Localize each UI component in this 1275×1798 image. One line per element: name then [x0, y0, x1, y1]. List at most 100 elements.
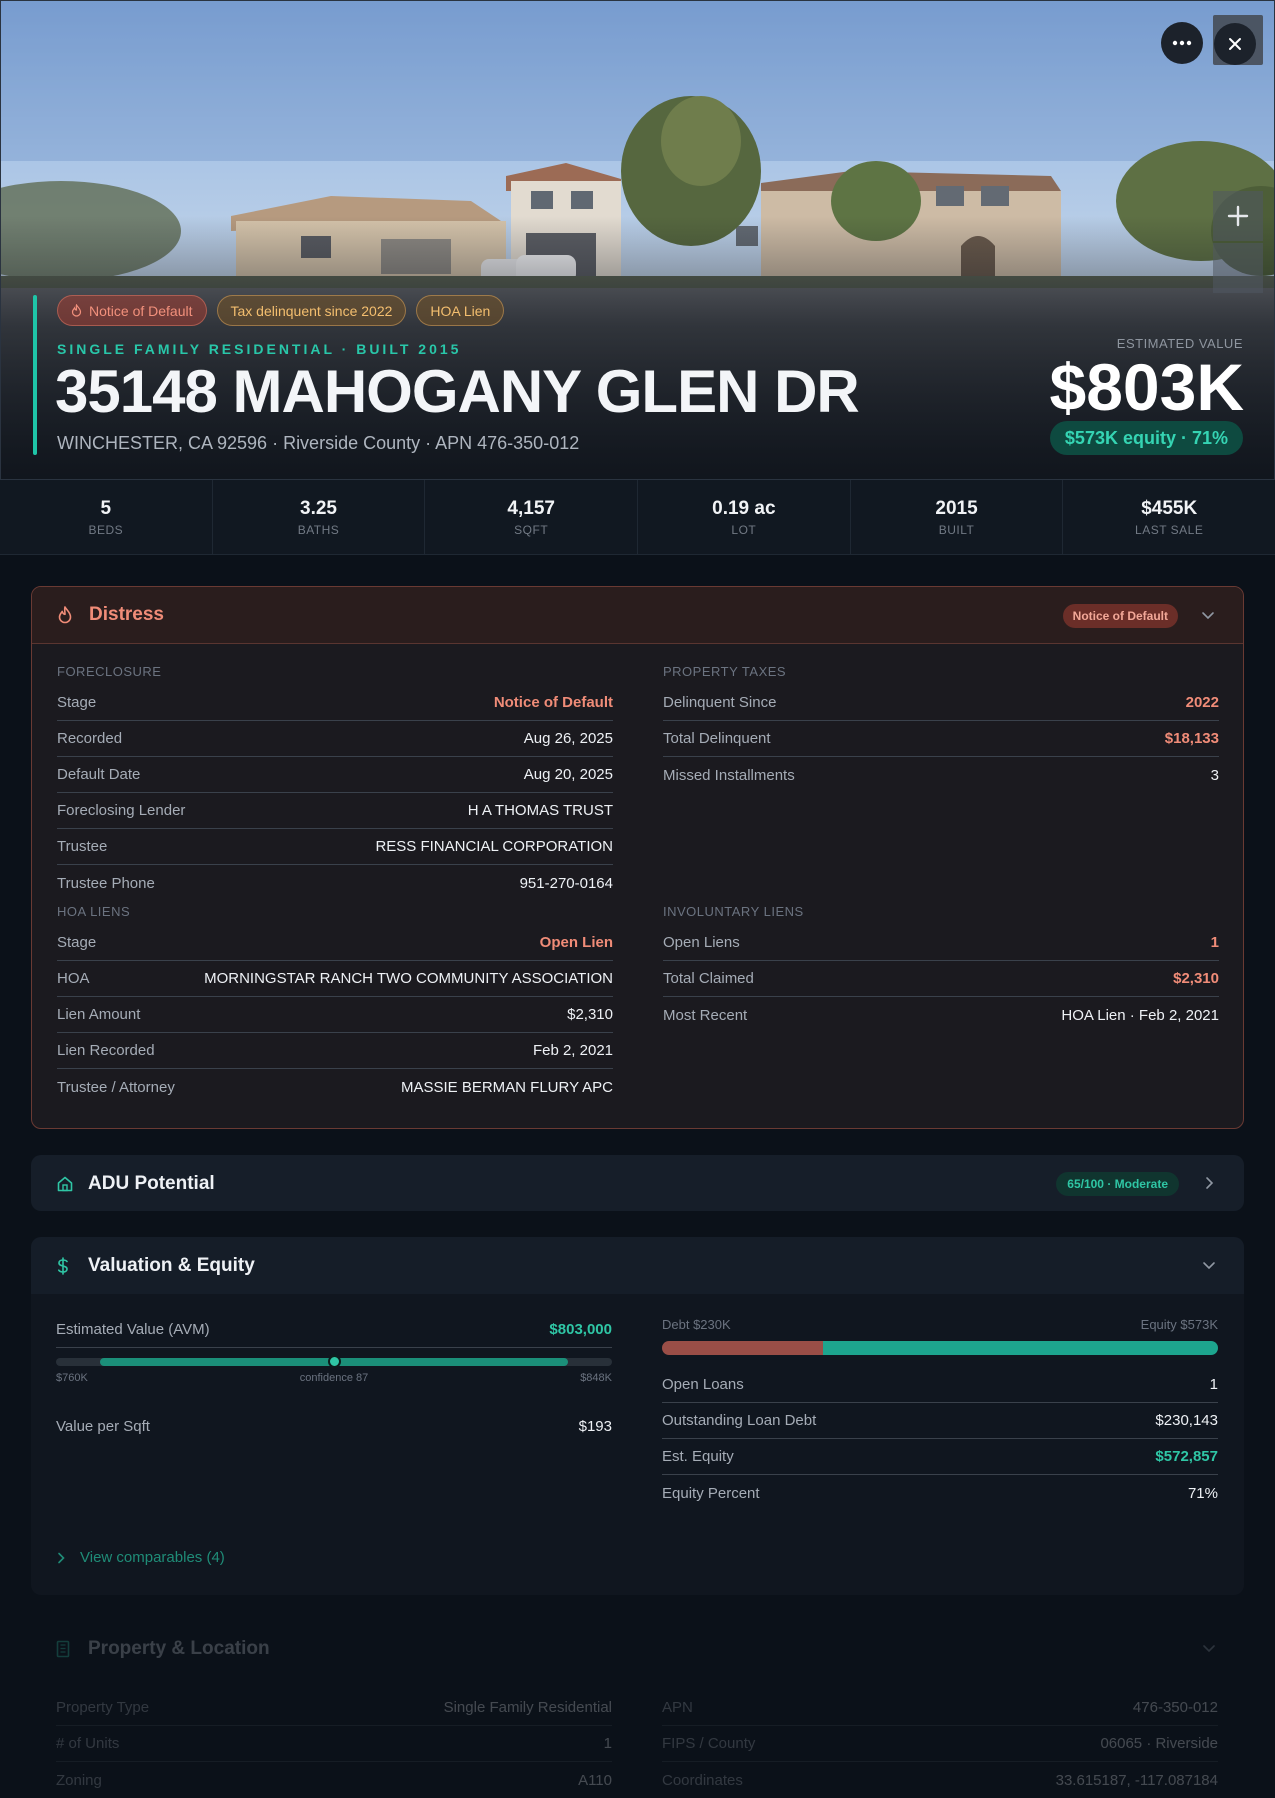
- data-row: Most Recent HOA Lien · Feb 2, 2021: [663, 997, 1219, 1033]
- panel-title: ADU Potential: [88, 1172, 215, 1194]
- chevron-down-icon[interactable]: [1201, 1257, 1219, 1275]
- section-label: HOA LIENS: [57, 904, 131, 919]
- property-location-panel: Property & Location Property Type Single …: [31, 1620, 1244, 1798]
- stat-label: BEDS: [88, 523, 124, 537]
- flame-icon: [57, 606, 75, 624]
- row-key: Most Recent: [663, 1006, 748, 1024]
- comparables-label: View comparables (4): [80, 1549, 225, 1566]
- data-row: Outstanding Loan Debt $230,143: [662, 1403, 1218, 1439]
- stat-label: LOT: [731, 523, 757, 537]
- valuation-panel-header[interactable]: Valuation & Equity: [31, 1237, 1244, 1294]
- data-row: HOA MORNINGSTAR RANCH TWO COMMUNITY ASSOC…: [57, 961, 613, 997]
- row-key: Trustee / Attorney: [57, 1078, 175, 1096]
- map-tool-button[interactable]: [1213, 243, 1263, 293]
- dollar-icon: [56, 1256, 74, 1275]
- row-key: Est. Equity: [662, 1448, 734, 1465]
- panel-title: Distress: [89, 604, 164, 625]
- data-row: FIPS / County 06065 · Riverside: [662, 1726, 1218, 1762]
- row-key: Outstanding Loan Debt: [662, 1412, 817, 1429]
- stat-last-sale: $455K LAST SALE: [1063, 480, 1275, 554]
- chevron-down-icon[interactable]: [1200, 607, 1218, 625]
- row-key: APN: [662, 1699, 693, 1716]
- row-key: Missed Installments: [663, 766, 795, 784]
- section-label: INVOLUNTARY LIENS: [663, 904, 804, 919]
- stat-label: BATHS: [297, 523, 340, 537]
- close-icon: [1229, 38, 1241, 50]
- data-row: Stage Notice of Default: [57, 685, 613, 721]
- row-key: Stage: [57, 934, 97, 951]
- building-icon: [56, 1640, 74, 1658]
- chevron-down-icon[interactable]: [1201, 1640, 1219, 1658]
- stat-beds: 5 BEDS: [0, 480, 213, 554]
- involuntary-liens-section: INVOLUNTARY LIENS Open Liens 1 Total Clai…: [663, 904, 1219, 1033]
- zoom-in-button[interactable]: [1213, 191, 1263, 241]
- debt-equity-labels: Debt $230K Equity $573K: [662, 1317, 1218, 1332]
- row-value: $2,310: [567, 1006, 613, 1023]
- row-key: Value per Sqft: [56, 1417, 150, 1435]
- panel-header-actions: [1201, 1237, 1219, 1294]
- chevron-right-icon[interactable]: [1201, 1175, 1219, 1193]
- data-row: Open Loans 1: [662, 1367, 1218, 1403]
- plus-icon: [1227, 205, 1249, 227]
- row-key: Lien Amount: [57, 1006, 141, 1023]
- chevron-right-icon: [58, 1552, 65, 1563]
- property-stats-bar: 5 BEDS 3.25 BATHS 4,157 SQFT 0.19 ac LOT…: [0, 480, 1275, 555]
- estimated-value: $803K: [1049, 350, 1245, 424]
- row-value: Open Lien: [539, 934, 613, 951]
- view-comparables-link[interactable]: View comparables (4): [56, 1549, 225, 1566]
- distress-panel-header[interactable]: Distress Notice of Default: [32, 587, 1243, 644]
- row-key: Coordinates: [662, 1771, 743, 1789]
- data-row: Equity Percent 71%: [662, 1475, 1218, 1511]
- stat-value: 0.19 ac: [712, 498, 776, 519]
- close-button[interactable]: [1214, 23, 1256, 65]
- stat-baths: 3.25 BATHS: [213, 480, 426, 554]
- adu-panel-header[interactable]: ADU Potential 65/100 · Moderate: [31, 1155, 1244, 1211]
- panel-header-actions: 65/100 · Moderate: [1056, 1155, 1219, 1211]
- more-icon: [1172, 40, 1192, 46]
- property-panel-header[interactable]: Property & Location: [31, 1620, 1244, 1677]
- row-value: $572,857: [1155, 1448, 1218, 1465]
- stat-lot: 0.19 ac LOT: [638, 480, 851, 554]
- row-value: 71%: [1187, 1484, 1218, 1502]
- debt-label: Debt $230K: [662, 1317, 731, 1332]
- panel-header-actions: [1201, 1620, 1219, 1677]
- stat-value: 4,157: [507, 498, 555, 519]
- row-value: 476-350-012: [1132, 1699, 1218, 1716]
- row-value: 1: [1210, 934, 1219, 951]
- avm-range-bar: [56, 1355, 612, 1368]
- row-value: $803,000: [549, 1321, 612, 1338]
- data-row: Stage Open Lien: [57, 925, 613, 961]
- valuation-equity-panel: Valuation & Equity Estimated Value (AVM)…: [31, 1237, 1244, 1595]
- stat-value: $455K: [1141, 498, 1198, 519]
- row-value: Aug 20, 2025: [523, 766, 613, 783]
- stat-value: 2015: [935, 498, 978, 519]
- row-value: 1: [1209, 1376, 1218, 1393]
- row-key: Total Claimed: [663, 970, 754, 987]
- equity-section: Debt $230K Equity $573K Open Loans 1 Outs…: [662, 1317, 1218, 1511]
- data-row: Total Delinquent $18,133: [663, 721, 1219, 757]
- row-key: HOA: [57, 970, 90, 987]
- data-row: Total Claimed $2,310: [663, 961, 1219, 997]
- adu-score-badge: 65/100 · Moderate: [1056, 1171, 1179, 1196]
- data-row: Open Liens 1: [663, 925, 1219, 961]
- data-row: Lien Recorded Feb 2, 2021: [57, 1033, 613, 1069]
- panel-header-actions: Notice of Default: [1062, 587, 1218, 644]
- row-value: Single Family Residential: [443, 1699, 612, 1716]
- status-badge-label: Notice of Default: [89, 302, 193, 319]
- row-value: 3: [1210, 766, 1219, 784]
- row-key: Open Loans: [662, 1376, 744, 1393]
- section-label: FORECLOSURE: [57, 664, 162, 679]
- status-badge-tax-delinquent: Tax delinquent since 2022: [216, 295, 407, 326]
- stat-built: 2015 BUILT: [851, 480, 1064, 554]
- hoa-liens-section: HOA LIENS Stage Open Lien HOA MORNINGSTAR …: [57, 904, 613, 1105]
- row-value: RESS FINANCIAL CORPORATION: [375, 838, 613, 855]
- data-row: Value per Sqft $193: [56, 1408, 612, 1444]
- row-value: HOA Lien · Feb 2, 2021: [1061, 1006, 1219, 1024]
- row-key: Default Date: [57, 766, 141, 783]
- debt-segment: [662, 1341, 824, 1355]
- avm-section: Estimated Value (AVM) $803,000 $760K conf…: [56, 1312, 612, 1444]
- hero-section: Notice of Default Tax delinquent since 2…: [0, 0, 1275, 480]
- more-options-button[interactable]: [1161, 22, 1203, 64]
- row-value: $2,310: [1173, 970, 1219, 987]
- row-key: Trustee Phone: [57, 874, 155, 892]
